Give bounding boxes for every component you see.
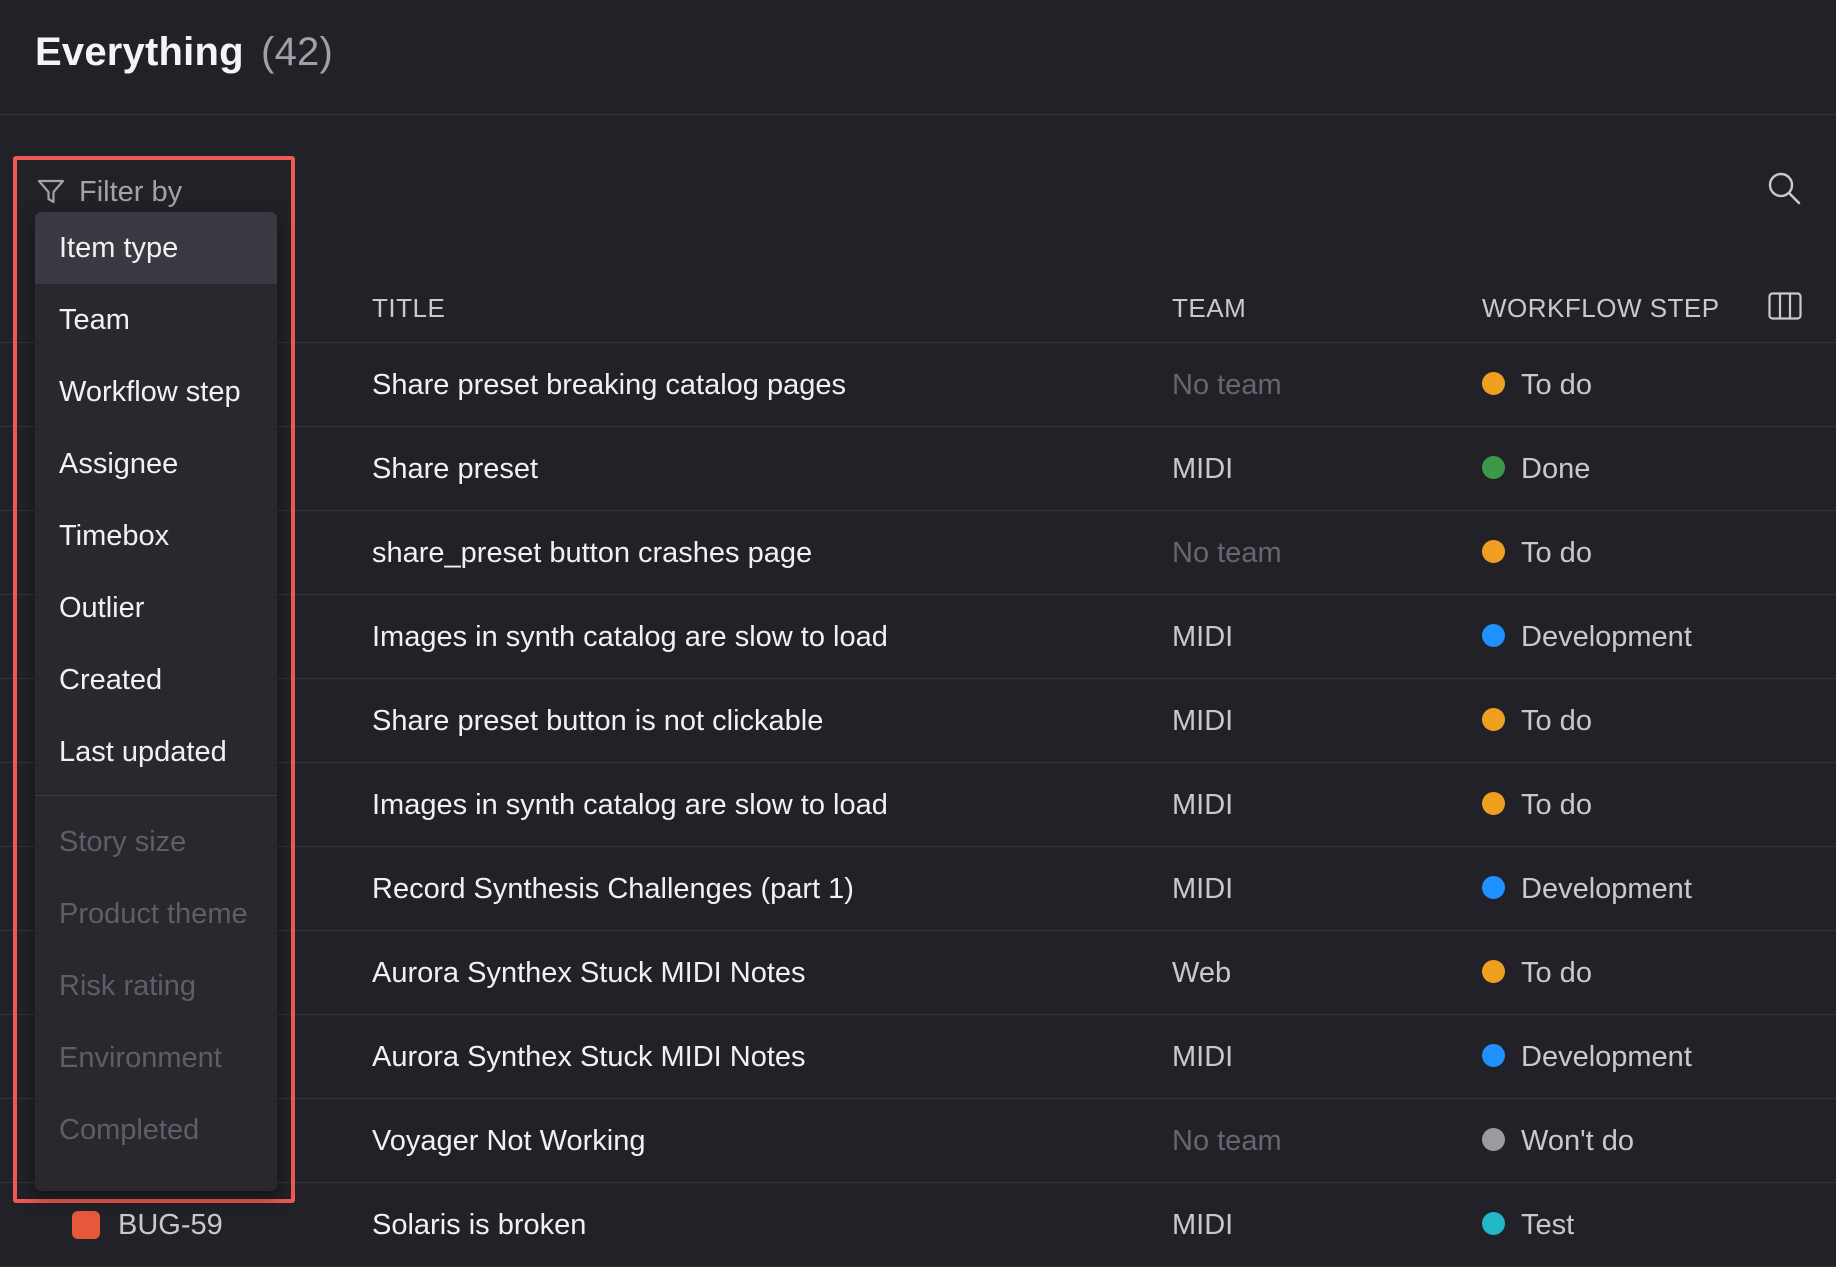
row-team: MIDI: [1172, 705, 1234, 737]
row-team: MIDI: [1172, 1209, 1234, 1241]
column-header-team[interactable]: TEAM: [1172, 290, 1246, 343]
row-workflow-step-label: Development: [1521, 1041, 1692, 1073]
row-title[interactable]: Aurora Synthex Stuck MIDI Notes: [372, 1015, 1152, 1099]
filter-option-environment: Environment: [59, 1042, 222, 1074]
row-team: No team: [1172, 537, 1282, 569]
filter-option-outlier[interactable]: Outlier: [35, 572, 277, 644]
row-title[interactable]: Record Synthesis Challenges (part 1): [372, 847, 1152, 931]
row-workflow-step: Test: [1482, 1183, 1822, 1267]
filter-option-product-theme: Product theme: [59, 898, 248, 930]
row-team: Web: [1172, 957, 1232, 989]
status-dot: [1482, 539, 1505, 563]
filter-option-assignee[interactable]: Assignee: [35, 428, 277, 500]
search-icon: [1768, 172, 1801, 205]
row-workflow-step: To do: [1482, 511, 1822, 595]
row-team: MIDI: [1172, 789, 1234, 821]
filter-option-risk-rating: Risk rating: [59, 970, 196, 1002]
status-dot: [1482, 959, 1505, 983]
item-count: (42): [261, 30, 333, 74]
page-header: Everything (42): [0, 0, 1836, 115]
row-team: MIDI: [1172, 621, 1234, 653]
status-dot: [1482, 1127, 1505, 1151]
row-workflow-step-label: To do: [1521, 537, 1592, 569]
column-settings-button[interactable]: [1764, 288, 1806, 324]
row-workflow-step: To do: [1482, 679, 1822, 763]
filter-option-timebox[interactable]: Timebox: [35, 500, 277, 572]
row-workflow-step-label: Done: [1521, 453, 1591, 485]
bug-icon: [72, 1211, 100, 1239]
row-workflow-step: Won't do: [1482, 1099, 1822, 1183]
row-title[interactable]: Share preset button is not clickable: [372, 679, 1152, 763]
row-team: MIDI: [1172, 453, 1234, 485]
filter-by-label: Filter by: [79, 175, 183, 208]
row-team: No team: [1172, 1125, 1282, 1157]
filter-option-created[interactable]: Created: [35, 644, 277, 716]
filter-option-team[interactable]: Team: [35, 284, 277, 356]
status-dot: [1482, 1211, 1505, 1235]
row-title[interactable]: Share preset breaking catalog pages: [372, 343, 1152, 427]
status-dot: [1482, 371, 1505, 395]
filter-option-completed: Completed: [59, 1114, 200, 1146]
row-title[interactable]: Aurora Synthex Stuck MIDI Notes: [372, 931, 1152, 1015]
row-title[interactable]: share_preset button crashes page: [372, 511, 1152, 595]
row-title[interactable]: Share preset: [372, 427, 1152, 511]
row-workflow-step-label: To do: [1521, 369, 1592, 401]
row-team: MIDI: [1172, 1041, 1234, 1073]
row-workflow-step: Development: [1482, 1015, 1822, 1099]
row-workflow-step-label: Won't do: [1521, 1125, 1635, 1157]
filter-option-workflow-step[interactable]: Workflow step: [35, 356, 277, 428]
row-title[interactable]: Images in synth catalog are slow to load: [372, 763, 1152, 847]
filter-menu: Item type Team Workflow step Assignee Timebo…: [35, 212, 277, 1191]
filter-option-last-updated[interactable]: Last updated: [35, 716, 277, 788]
row-workflow-step-label: Development: [1521, 621, 1692, 653]
row-workflow-step: To do: [1482, 931, 1822, 1015]
page-title: Everything (42): [35, 30, 333, 75]
filter-icon: [37, 179, 65, 204]
page-title-text: Everything: [35, 30, 244, 74]
row-workflow-step-label: To do: [1521, 705, 1592, 737]
menu-divider: [35, 795, 277, 796]
row-title[interactable]: Images in synth catalog are slow to load: [372, 595, 1152, 679]
row-workflow-step-label: To do: [1521, 957, 1592, 989]
filter-dropdown-highlight: Filter by Item type Team Workflow step Assi…: [13, 156, 295, 1203]
status-dot: [1482, 791, 1505, 815]
status-dot: [1482, 875, 1505, 899]
filter-option-story-size: Story size: [59, 826, 187, 858]
column-header-title[interactable]: TITLE: [372, 290, 445, 343]
row-title[interactable]: Voyager Not Working: [372, 1099, 1152, 1183]
row-workflow-step-label: Test: [1521, 1209, 1575, 1241]
row-workflow-step-label: Development: [1521, 873, 1692, 905]
row-workflow-step: To do: [1482, 763, 1822, 847]
filter-option-item-type[interactable]: Item type: [35, 212, 277, 284]
row-workflow-step-label: To do: [1521, 789, 1592, 821]
row-workflow-step: Development: [1482, 847, 1822, 931]
row-team: No team: [1172, 369, 1282, 401]
status-dot: [1482, 1043, 1505, 1067]
row-team: MIDI: [1172, 873, 1234, 905]
status-dot: [1482, 455, 1505, 479]
status-dot: [1482, 707, 1505, 731]
row-workflow-step: Development: [1482, 595, 1822, 679]
row-title[interactable]: Solaris is broken: [372, 1183, 1152, 1267]
status-dot: [1482, 623, 1505, 647]
filter-by-button[interactable]: Filter by: [37, 172, 182, 212]
column-header-workflow-step[interactable]: WORKFLOW STEP: [1482, 290, 1720, 343]
row-workflow-step: Done: [1482, 427, 1822, 511]
row-workflow-step: To do: [1482, 343, 1822, 427]
columns-icon: [1768, 292, 1802, 320]
search-button[interactable]: [1764, 168, 1804, 208]
